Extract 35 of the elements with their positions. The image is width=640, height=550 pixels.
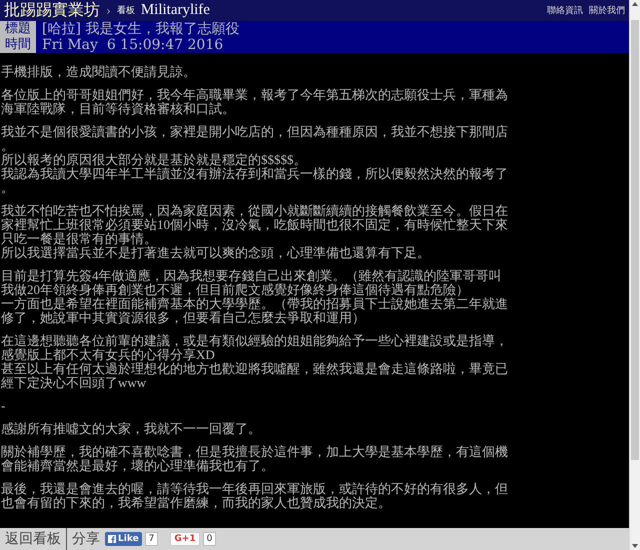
header-link[interactable]: 關於我們 [589, 4, 625, 17]
article-line: 各位版上的哥哥姐姐們好，我今年高職畢業，報考了今年第五梯次的志願役士兵，軍種為海軍陸戰隊，目前等待資格審核和口試。 [1, 88, 509, 116]
article-line: 手機排版，造成閱讀不便請見諒。 [1, 65, 197, 79]
board-name[interactable]: Militarylife [140, 2, 210, 19]
site-title[interactable]: 批踢踢實業坊 [4, 0, 100, 21]
google-plus-button[interactable]: G+1 [170, 532, 200, 546]
article-line: - [1, 399, 6, 413]
article-line: 所以報考的原因很大部分就是基於就是穩定的$$$$$。 [1, 153, 308, 167]
article-line: 感謝所有推噓文的大家，我就不一一回覆了。 [1, 422, 262, 436]
article-line: 一方面也是希望在裡面能補齊基本的大學學歷。（帶我的招募員下士說她進去第二年就進修了，她說軍中其實資源很多，但要看自己怎麼去爭取和運用） [1, 297, 509, 325]
article-line: 我並不怕吃苦也不怕挨罵，因為家庭因素，從國小就斷斷續續的接觸餐飲業至今。假日在家裡幫忙上班很常必須要站10個小時，沒冷氣，吃飯時間也很不固定，有時候忙整天下來只吃一餐是很常有的事情。 [1, 204, 509, 246]
facebook-like-button[interactable]: Like [105, 532, 142, 546]
article-line: 最後，我還是會進去的喔，請等待我一年後再回來軍旅版，或許待的不好的有很多人，但也會有留的下來的，我希望當作磨練，而我的家人也贊成我的決定。 [1, 482, 509, 510]
article-line: 關於補學歷，我的確不喜歡唸書，但是我擅長於這件事，加上大學是基本學歷，有這個機會能補齊當然是最好，壞的心理準備我也有了。 [1, 445, 509, 473]
back-to-board-link[interactable]: 返回看板 [0, 528, 67, 550]
article-line: 我並不是個很愛讀書的小孩，家裡是開小吃店的，但因為種種原因，我並不想接下那間店。 [1, 125, 509, 153]
meta-label: 時間 [0, 37, 36, 53]
board-label: 看板 [116, 4, 135, 17]
scroll-up-arrow-icon[interactable] [632, 2, 638, 6]
breadcrumb-separator: › [106, 4, 111, 18]
share-label: 分享 [71, 530, 101, 548]
meta-value: [哈拉] 我是女生，我報了志願役 [41, 20, 240, 38]
scrollbar[interactable] [629, 0, 640, 550]
header-link[interactable]: 聯絡資訊 [547, 4, 583, 17]
article-line: 所以我選擇當兵並不是打著進去就可以爽的念頭，心理準備也還算有下足。 [1, 246, 431, 260]
meta-label: 標題 [0, 21, 36, 37]
article-line: 在這邊想聽聽各位前輩的建議，或是有類似經驗的姐姐能夠給予一些心裡建設或是指導，感覺版上都不太有女兵的心得分享XD [1, 334, 509, 362]
article-line: 目前是打算先簽4年做適應，因為我想要存錢自己出來創業。（雖然有認識的陸軍哥哥叫我做20年領終身俸再創業也不遲，但目前爬文感覺好像終身俸這個待遇有點危險） [1, 269, 502, 297]
article-line: 我認為我讀大學四年半工半讀並沒有辦法存到和當兵一樣的錢，所以便毅然決然的報考了。 [1, 167, 509, 195]
article-line: 甚至以上有任何太過於理想化的地方也歡迎將我噓醒，雖然我還是會走這條路啦，畢竟已經下定決心不回頭了www [1, 362, 509, 390]
facebook-icon [108, 535, 116, 543]
like-count: 7 [144, 532, 158, 546]
meta-value: Fri May 6 15:09:47 2016 [41, 37, 224, 53]
plus-count: 0 [202, 532, 216, 546]
scroll-down-arrow-icon[interactable] [632, 544, 638, 548]
